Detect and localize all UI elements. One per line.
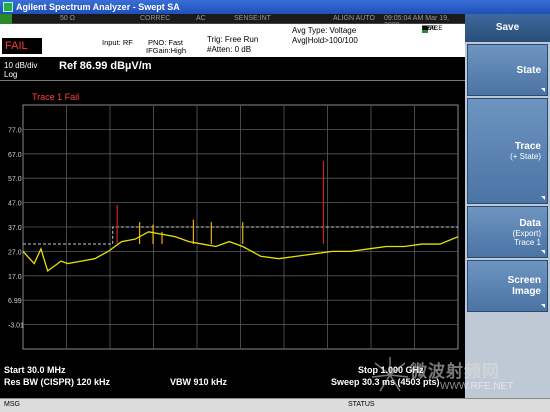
data-export-softkey[interactable]: Data (Export) Trace 1 [467,206,548,258]
spectrum-plot[interactable]: 77.0 67.0 57.0 47.0 37.0 27.0 17.0 6.99 -3.01 Tra… [0,57,465,398]
y-tick-label: 37.0 [8,225,22,232]
submenu-arrow-icon [541,196,545,200]
screen-image-softkey[interactable]: Screen Image [467,260,548,312]
softkey-panel: Save State Trace (+ State) Data (Export)… [465,14,550,398]
submenu-arrow-icon [541,304,545,308]
correc-label: CORREC [140,15,171,22]
ifgain-setting: IFGain:High [146,46,187,55]
instrument-status-bar: 50 Ω CORREC AC SENSE:INT ALIGN AUTO 09:0… [0,14,465,29]
atten-setting: #Atten: 0 dB [207,45,252,54]
submenu-arrow-icon [541,88,545,92]
vbw-label: VBW 910 kHz [170,377,228,387]
sense-label: SENSE:INT [234,15,271,22]
fail-indicator: FAIL [2,38,42,54]
impedance-label: 50 Ω [60,15,75,22]
res-bw-label: Res BW (CISPR) 120 kHz [4,377,111,387]
watermark-logo: 微波射频网 WWW.RFE.NET [370,355,545,400]
softkey-menu-title: Save [465,14,550,42]
status-indicator-icon [0,14,12,24]
watermark-burst-icon [371,357,409,392]
input-setting: Input: RF [102,38,133,47]
start-frequency: Start 30.0 MHz [4,365,66,375]
y-tick-label: 77.0 [8,127,22,134]
spectrum-display[interactable]: 10 dB/div Log Ref 86.99 dBµV/m 77.0 67.0 5… [0,57,465,398]
align-label: ALIGN AUTO [333,15,375,22]
y-tick-label: 17.0 [8,274,22,281]
y-tick-label: 47.0 [8,201,22,208]
trace-fail-label: Trace 1 Fail [32,92,79,102]
measurement-settings-panel: Input: RF PNO: Fast IFGain:High Trig: Fr… [0,24,465,57]
trace-state-softkey[interactable]: Trace (+ State) [467,98,548,204]
coupling-label: AC [196,15,206,22]
window-titlebar: Agilent Spectrum Analyzer - Swept SA [0,0,550,14]
y-tick-label: 6.99 [8,298,22,305]
avg-hold-setting: Avg|Hold>100/100 [292,36,358,45]
watermark-url: WWW.RFE.NET [440,381,514,392]
trace-detector-6: N [422,26,428,32]
y-tick-label: 57.0 [8,176,22,183]
y-tick-label: 27.0 [8,249,22,256]
submenu-arrow-icon [541,250,545,254]
msg-label: MSG [4,401,20,408]
trig-setting: Trig: Free Run [207,35,259,44]
window-title: Agilent Spectrum Analyzer - Swept SA [16,2,180,12]
app-icon [3,2,13,12]
y-tick-label: -3.01 [8,323,24,330]
state-softkey[interactable]: State [467,44,548,96]
y-tick-label: 67.0 [8,152,22,159]
status-label: STATUS [348,401,375,408]
message-bar: MSG STATUS [0,398,550,412]
avg-type-setting: Avg Type: Voltage [292,26,357,35]
watermark-text: 微波射频网 [410,362,500,381]
